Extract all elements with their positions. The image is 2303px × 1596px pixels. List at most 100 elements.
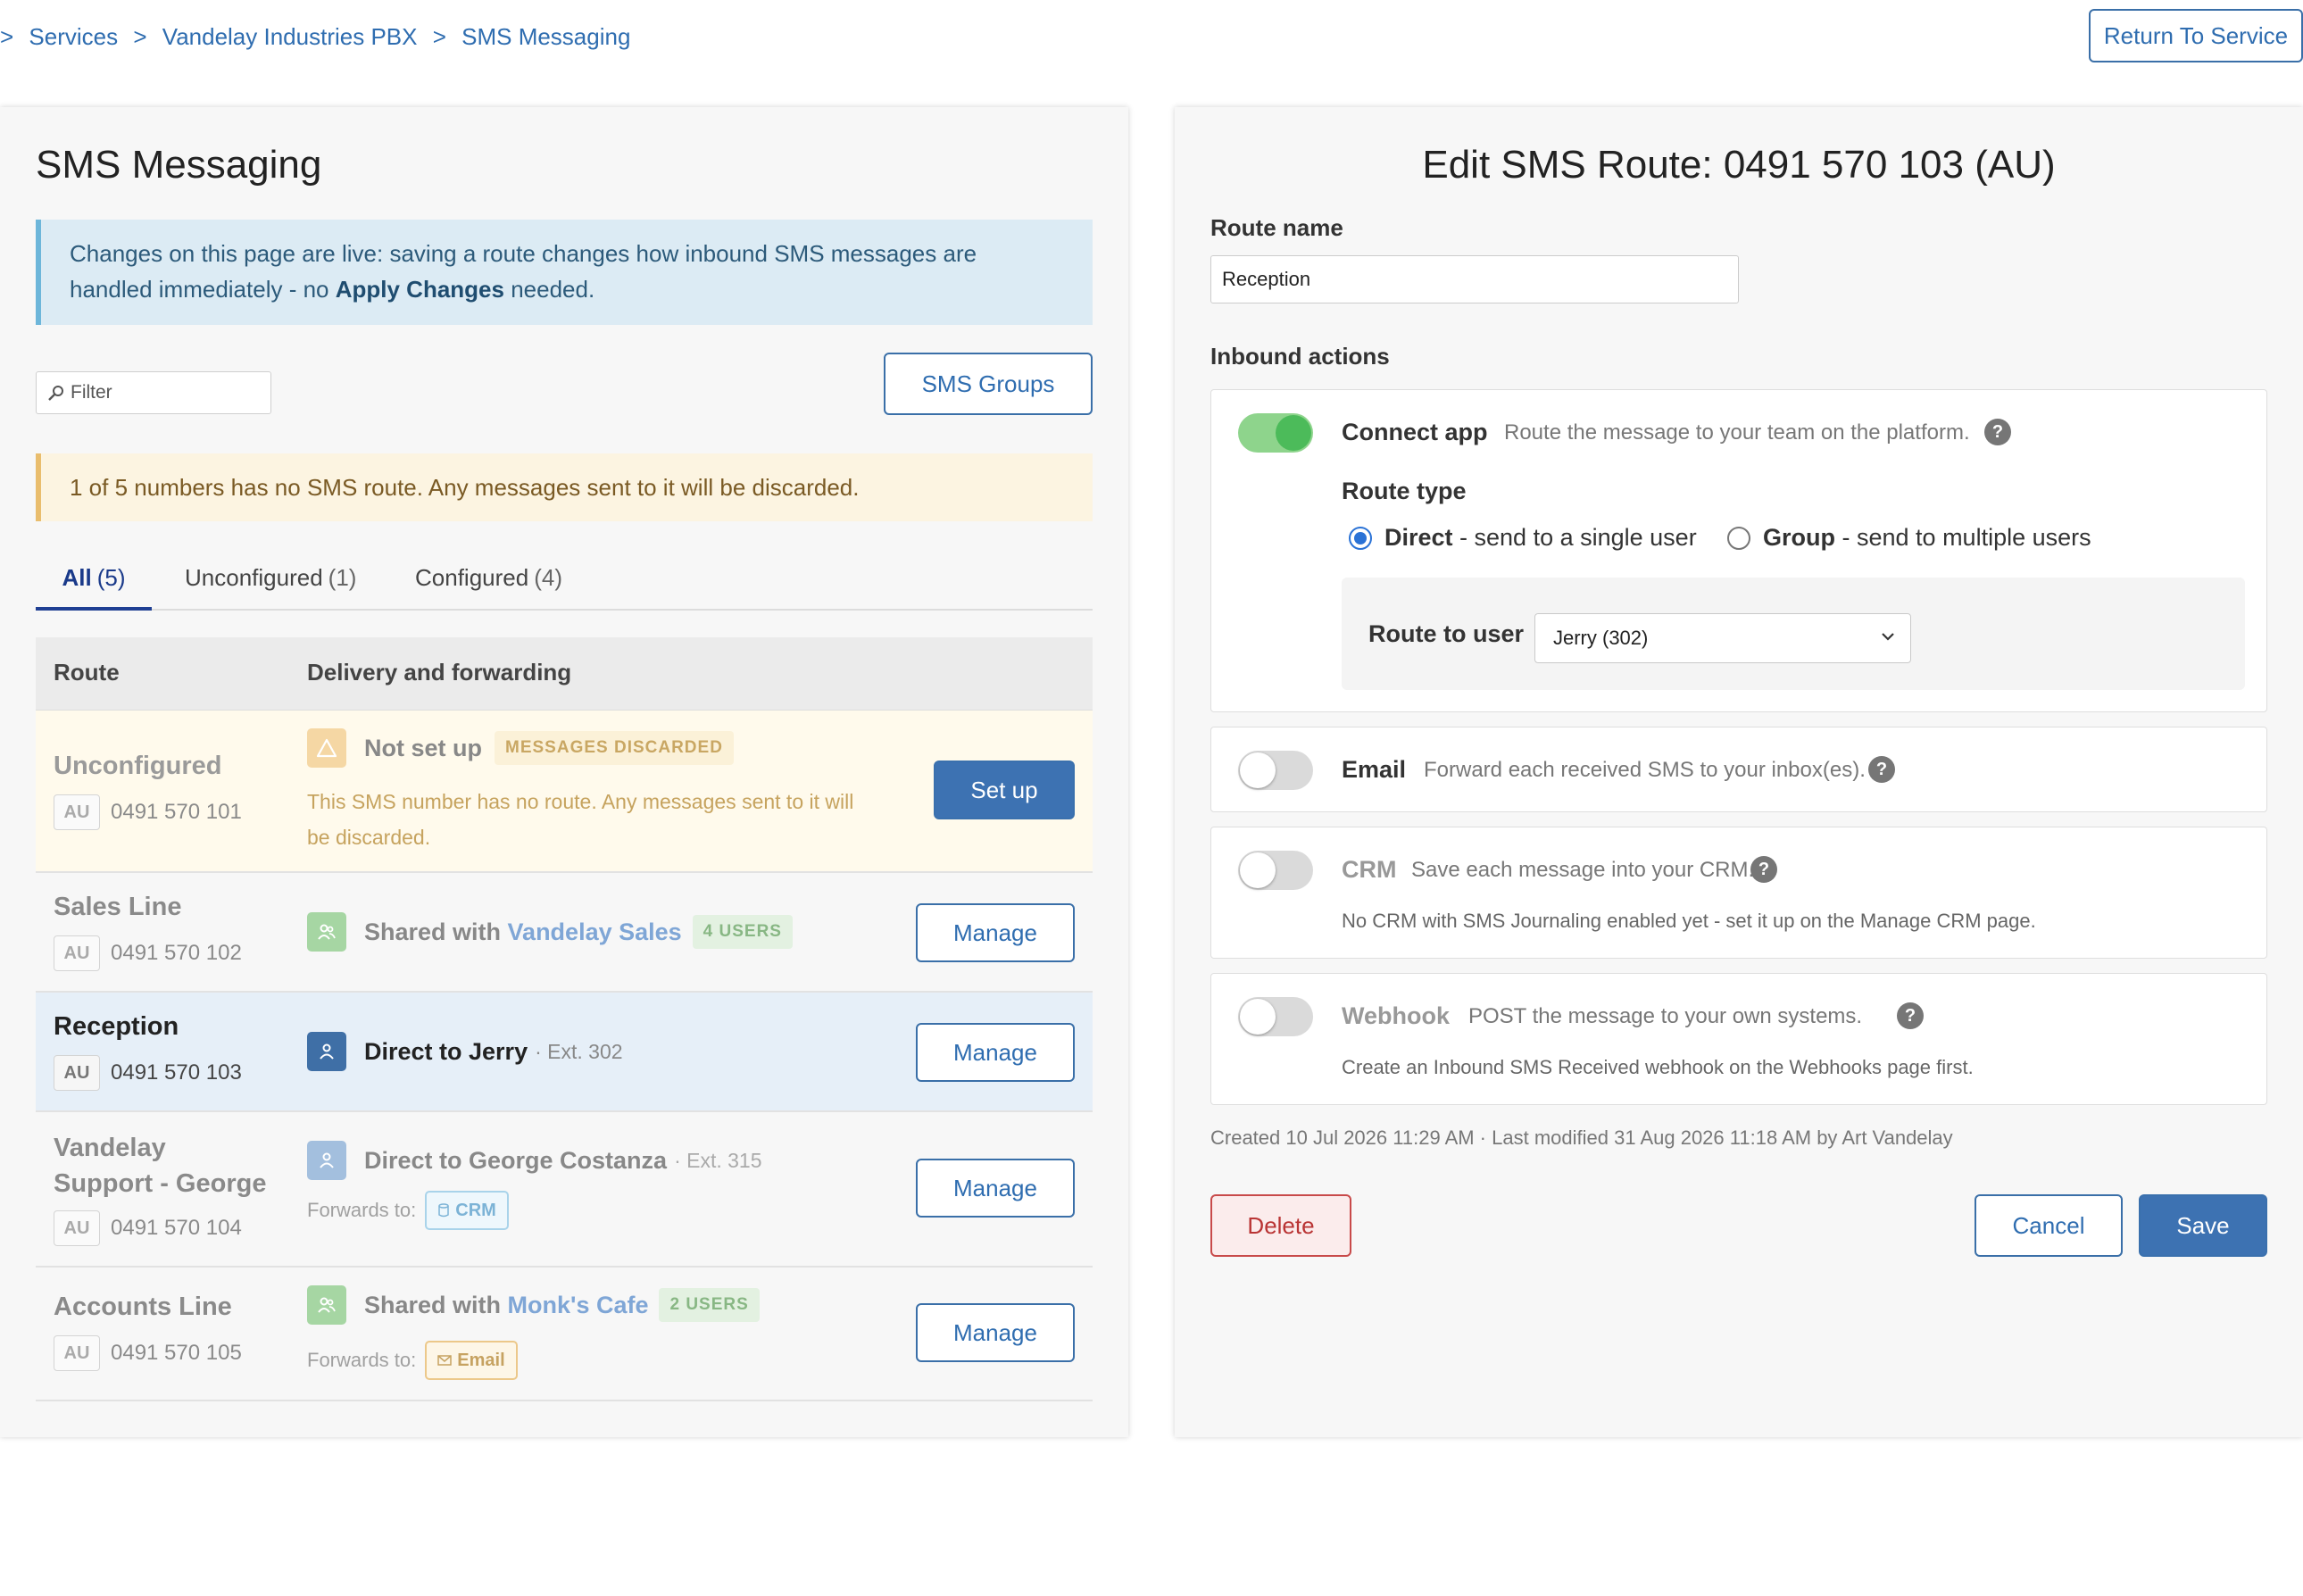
email-toggle[interactable] [1238, 751, 1313, 790]
forwards-label: Forwards to: [307, 1199, 417, 1221]
route-type-label: Route type [1342, 478, 1467, 504]
route-to-user-value: Jerry (302) [1553, 627, 1649, 649]
webhook-note: Create an Inbound SMS Received webhook o… [1342, 1056, 1974, 1078]
route-to-user-label: Route to user [1368, 620, 1525, 647]
save-button[interactable]: Save [2139, 1194, 2267, 1257]
forward-chip-label: Email [457, 1350, 505, 1370]
route-number: AU 0491 570 103 [54, 1055, 242, 1091]
country-badge: AU [54, 935, 100, 971]
breadcrumb-root-separator: > [0, 23, 14, 50]
help-icon[interactable]: ? [1750, 856, 1777, 883]
manage-button[interactable]: Manage [916, 1303, 1075, 1362]
delivery-summary: Direct to George Costanza · Ext. 315 [307, 1141, 762, 1180]
route-to-user-select[interactable]: Jerry (302) [1534, 613, 1911, 663]
route-type-direct-radio[interactable]: Direct - send to a single user [1349, 524, 1697, 552]
radio-checked [1349, 526, 1372, 550]
warning-icon [307, 728, 346, 768]
delivery-description: This SMS number has no route. Any messag… [307, 790, 854, 849]
route-name: Sales Line [54, 893, 182, 921]
tab-unconfigured-label: Unconfigured [185, 564, 323, 591]
unrouted-warning: 1 of 5 numbers has no SMS route. Any mes… [36, 453, 1093, 521]
set-up-button[interactable]: Set up [934, 761, 1075, 819]
forwards-to: Forwards to: CRM [307, 1191, 509, 1230]
direct-label: Direct [1384, 524, 1453, 551]
user-icon [307, 1141, 346, 1180]
webhook-description: POST the message to your own systems. [1468, 1004, 1863, 1028]
extension: · Ext. 302 [535, 1039, 623, 1063]
manage-button[interactable]: Manage [916, 903, 1075, 962]
info-bold: Apply Changes [335, 276, 504, 303]
toggle-knob [1240, 852, 1276, 888]
manage-button[interactable]: Manage [916, 1023, 1075, 1082]
tab-configured-label: Configured [415, 564, 529, 591]
search-icon [48, 386, 63, 401]
table-row[interactable]: Reception AU 0491 570 103 Direct to Jerr… [36, 993, 1093, 1112]
group-description: - send to multiple users [1835, 524, 2091, 551]
breadcrumb-sms-messaging[interactable]: SMS Messaging [461, 23, 630, 51]
delivery-summary: Shared with Vandelay Sales 4 USERS [307, 912, 793, 952]
route-type-group-radio[interactable]: Group - send to multiple users [1727, 524, 2091, 552]
route-name-line2: Support - George [54, 1169, 267, 1198]
table-row[interactable]: Vandelay Support - George AU 0491 570 10… [36, 1112, 1093, 1268]
route-name-field[interactable]: Reception [1210, 255, 1739, 303]
tab-all[interactable]: All (5) [36, 553, 152, 611]
email-title: Email [1342, 756, 1407, 783]
top-bar: > Services > Vandelay Industries PBX > S… [0, 0, 2303, 80]
envelope-icon [437, 1355, 453, 1366]
toggle-knob [1276, 415, 1311, 451]
route-number: AU 0491 570 105 [54, 1335, 242, 1371]
forwards-to: Forwards to: Email [307, 1341, 518, 1380]
tab-configured[interactable]: Configured (4) [415, 553, 562, 611]
route-name-label: Route name [1210, 214, 1343, 241]
delivery-title: Not set up [364, 734, 482, 761]
crm-note: No CRM with SMS Journaling enabled yet -… [1342, 910, 2036, 932]
sms-routes-panel: SMS Messaging Changes on this page are l… [0, 107, 1128, 1437]
extension: · Ext. 315 [674, 1148, 762, 1172]
breadcrumb-separator: > [432, 23, 446, 50]
route-to-user-section: Route to user Jerry (302) [1342, 578, 2245, 690]
tab-unconfigured-count: (1) [328, 564, 357, 591]
connect-app-toggle[interactable] [1238, 413, 1313, 453]
webhook-toggle[interactable] [1238, 997, 1313, 1036]
breadcrumb: > Services > Vandelay Industries PBX > S… [0, 23, 630, 51]
help-icon[interactable]: ? [1868, 756, 1895, 783]
delivery-title: Shared with Monk's Cafe [364, 1292, 648, 1319]
help-icon[interactable]: ? [1897, 1002, 1924, 1029]
delivery-summary: Shared with Monk's Cafe 2 USERS [307, 1285, 760, 1325]
group-link[interactable]: Monk's Cafe [508, 1292, 649, 1318]
info-text-end: needed. [503, 276, 595, 303]
route-name: Vandelay Support - George [54, 1130, 266, 1201]
forward-chip-crm: CRM [425, 1191, 509, 1230]
webhook-title: Webhook [1342, 1002, 1450, 1029]
manage-button[interactable]: Manage [916, 1159, 1075, 1218]
user-count-badge: 4 USERS [692, 915, 793, 949]
forward-chip-email: Email [425, 1341, 518, 1380]
cancel-button[interactable]: Cancel [1975, 1194, 2123, 1257]
connect-app-card: Connect app Route the message to your te… [1210, 389, 2267, 712]
return-to-service-button[interactable]: Return To Service [2089, 9, 2303, 62]
filter-placeholder: Filter [71, 382, 112, 403]
user-icon [307, 1032, 346, 1071]
breadcrumb-services[interactable]: Services [29, 23, 118, 51]
delete-button[interactable]: Delete [1210, 1194, 1351, 1257]
tab-unconfigured[interactable]: Unconfigured (1) [185, 553, 356, 611]
connect-app-description: Route the message to your team on the pl… [1504, 420, 1970, 445]
breadcrumb-pbx[interactable]: Vandelay Industries PBX [162, 23, 418, 51]
user-count-badge: 2 USERS [659, 1288, 760, 1322]
group-link[interactable]: Vandelay Sales [508, 919, 682, 945]
route-name: Accounts Line [54, 1293, 232, 1321]
table-row[interactable]: Unconfigured AU 0491 570 101 Not set up … [36, 711, 1093, 873]
delivery-summary: Direct to Jerry · Ext. 302 [307, 1032, 623, 1071]
page-title: SMS Messaging [36, 143, 322, 187]
filter-input[interactable]: Filter [36, 371, 271, 414]
table-row[interactable]: Sales Line AU 0491 570 102 Shared with V… [36, 873, 1093, 993]
sms-groups-button[interactable]: SMS Groups [884, 353, 1093, 415]
route-name-line1: Vandelay [54, 1134, 166, 1162]
crm-toggle[interactable] [1238, 851, 1313, 890]
database-icon [438, 1203, 450, 1218]
country-badge: AU [54, 794, 100, 830]
table-row[interactable]: Accounts Line AU 0491 570 105 Shared wit… [36, 1268, 1093, 1401]
email-description: Forward each received SMS to your inbox(… [1424, 758, 1866, 782]
help-icon[interactable]: ? [1984, 419, 2011, 445]
live-changes-info: Changes on this page are live: saving a … [36, 220, 1093, 325]
